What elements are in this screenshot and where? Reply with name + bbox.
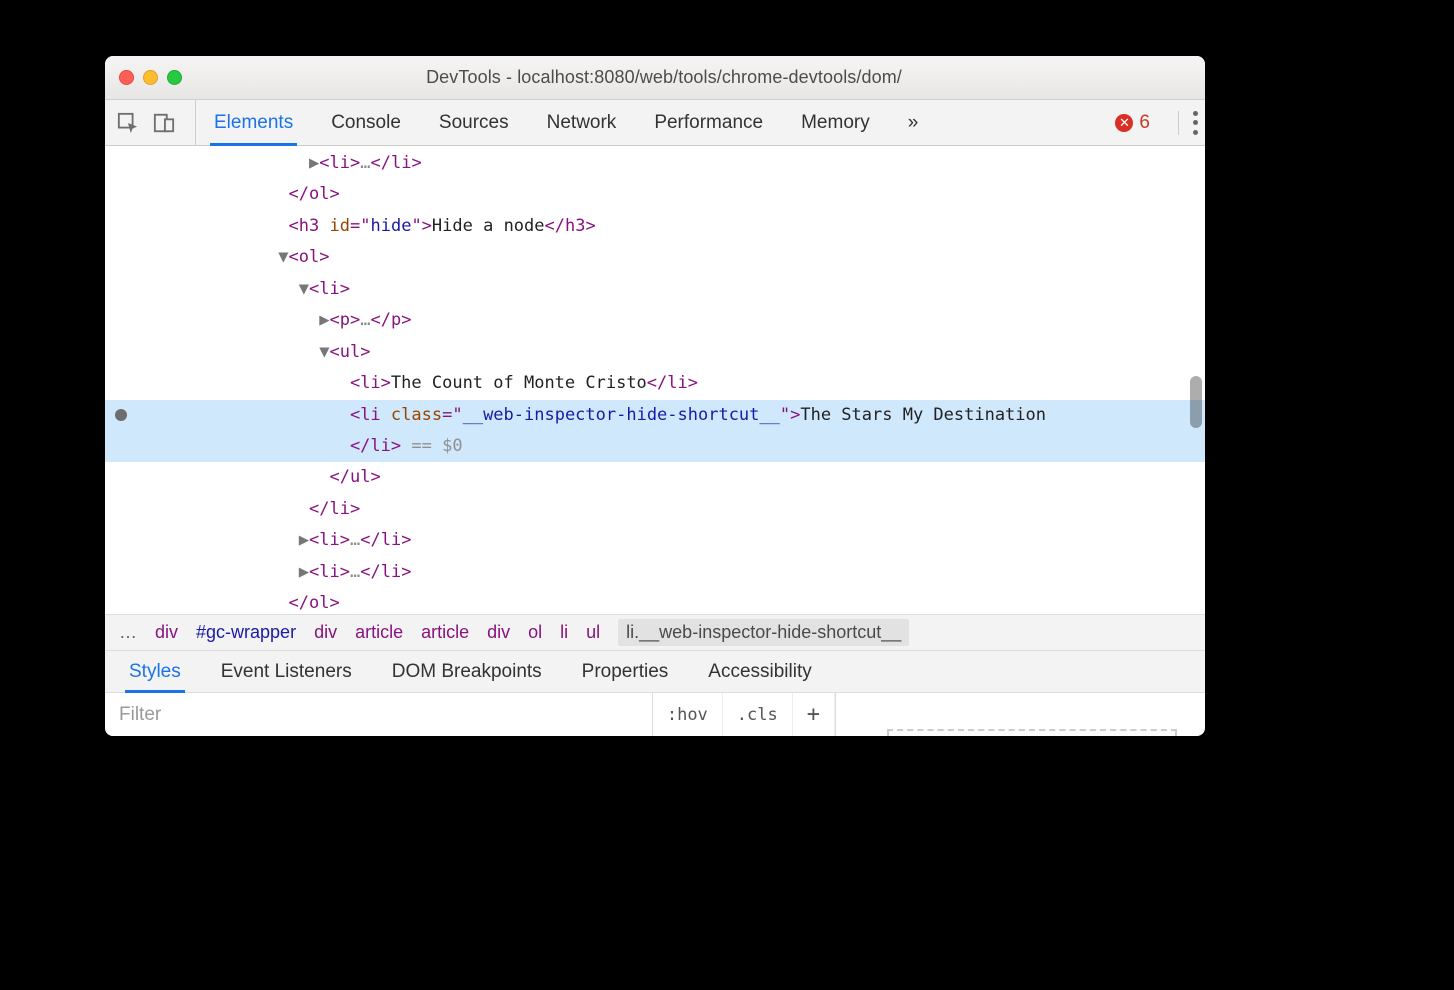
breadcrumb-ellipsis[interactable]: …: [119, 622, 137, 643]
devtools-window: DevTools - localhost:8080/web/tools/chro…: [105, 56, 1205, 736]
styles-button-group: :hov .cls +: [652, 693, 835, 736]
dom-line-selected[interactable]: <li class="__web-inspector-hide-shortcut…: [105, 400, 1205, 431]
dom-line[interactable]: ▶<li>…</li>: [105, 148, 1205, 179]
tab-performance[interactable]: Performance: [654, 112, 763, 134]
breadcrumb-item[interactable]: div: [155, 622, 178, 643]
tab-network[interactable]: Network: [547, 112, 617, 134]
dom-line[interactable]: <h3 id="hide">Hide a node</h3>: [105, 211, 1205, 242]
breadcrumb-item[interactable]: article: [355, 622, 403, 643]
breadcrumb-item[interactable]: article: [421, 622, 469, 643]
margin-box-icon: [887, 729, 1177, 736]
tab-console[interactable]: Console: [331, 112, 401, 134]
styles-toolbar: :hov .cls +: [105, 692, 1205, 736]
tabs-overflow[interactable]: »: [908, 112, 919, 134]
hov-toggle-button[interactable]: :hov: [653, 693, 723, 736]
tab-sources[interactable]: Sources: [439, 112, 509, 134]
settings-menu-icon[interactable]: [1178, 111, 1193, 135]
main-tabs: Elements Console Sources Network Perform…: [214, 112, 1115, 134]
tab-dom-breakpoints[interactable]: DOM Breakpoints: [392, 661, 542, 683]
toolbar-icon-group: [117, 100, 196, 145]
dom-line[interactable]: ▶<li>…</li>: [105, 525, 1205, 556]
breadcrumb-item[interactable]: ul: [586, 622, 600, 643]
dom-line[interactable]: </li>: [105, 494, 1205, 525]
close-window-button[interactable]: [119, 70, 134, 85]
breadcrumb-item-selected[interactable]: li.__web-inspector-hide-shortcut__: [618, 619, 909, 646]
tab-elements[interactable]: Elements: [214, 112, 293, 134]
dom-line[interactable]: </ul>: [105, 462, 1205, 493]
dom-line[interactable]: </ol>: [105, 588, 1205, 614]
error-counter[interactable]: ✕ 6: [1115, 112, 1164, 134]
breadcrumb-item[interactable]: ol: [528, 622, 542, 643]
tab-memory[interactable]: Memory: [801, 112, 870, 134]
dom-line[interactable]: ▼<li>: [105, 274, 1205, 305]
scrollbar-thumb[interactable]: [1190, 376, 1202, 428]
breadcrumb-item[interactable]: li: [560, 622, 568, 643]
main-toolbar: Elements Console Sources Network Perform…: [105, 100, 1205, 146]
hidden-node-marker-icon: [115, 409, 127, 421]
error-badge-icon: ✕: [1115, 114, 1133, 132]
tab-styles[interactable]: Styles: [129, 661, 181, 683]
device-toolbar-icon[interactable]: [153, 112, 175, 134]
dom-tree: ▶<li>…</li> </ol> <h3 id="hide">Hide a n…: [105, 146, 1205, 614]
sidebar-tabs: Styles Event Listeners DOM Breakpoints P…: [105, 650, 1205, 692]
dom-line[interactable]: ▼<ul>: [105, 337, 1205, 368]
new-style-rule-button[interactable]: +: [793, 693, 835, 736]
dom-tree-pane[interactable]: ▶<li>…</li> </ol> <h3 id="hide">Hide a n…: [105, 146, 1205, 614]
dom-line-selected[interactable]: </li> == $0: [105, 431, 1205, 462]
dom-breadcrumb: … div #gc-wrapper div article article di…: [105, 614, 1205, 650]
tab-event-listeners[interactable]: Event Listeners: [221, 661, 352, 683]
titlebar: DevTools - localhost:8080/web/tools/chro…: [105, 56, 1205, 100]
breadcrumb-item[interactable]: div: [314, 622, 337, 643]
dom-line[interactable]: ▼<ol>: [105, 242, 1205, 273]
dom-line[interactable]: <li>The Count of Monte Cristo</li>: [105, 368, 1205, 399]
inspect-element-icon[interactable]: [117, 112, 139, 134]
error-count: 6: [1139, 112, 1150, 134]
cls-toggle-button[interactable]: .cls: [723, 693, 793, 736]
dom-line[interactable]: ▶<p>…</p>: [105, 305, 1205, 336]
tab-accessibility[interactable]: Accessibility: [708, 661, 811, 683]
dom-line[interactable]: ▶<li>…</li>: [105, 557, 1205, 588]
breadcrumb-item[interactable]: div: [487, 622, 510, 643]
tab-properties[interactable]: Properties: [582, 661, 669, 683]
window-title: DevTools - localhost:8080/web/tools/chro…: [137, 67, 1191, 88]
box-model-preview: [835, 693, 1205, 736]
styles-filter-input[interactable]: [105, 693, 652, 736]
breadcrumb-item[interactable]: #gc-wrapper: [196, 622, 296, 643]
dom-line[interactable]: </ol>: [105, 179, 1205, 210]
